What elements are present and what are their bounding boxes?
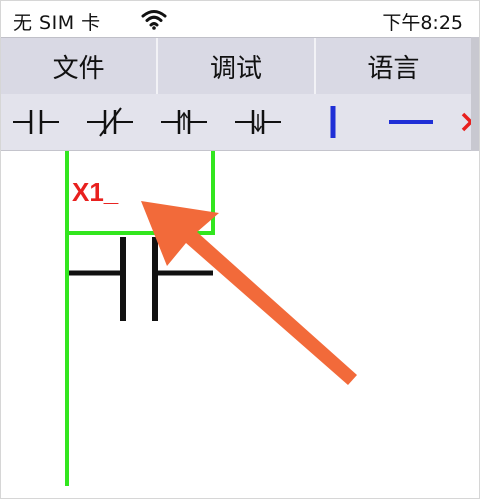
normally-closed-contact-icon[interactable] [81,94,141,150]
menu-debug[interactable]: 调试 [158,38,316,94]
menu-file[interactable]: 文件 [1,38,159,94]
carrier-label: 无 SIM 卡 [13,12,101,34]
element-label: X1_ [72,177,119,207]
vertical-line-icon[interactable] [303,94,363,150]
horizontal-line-icon[interactable] [381,94,441,150]
clock: 下午8:25 [382,12,463,34]
scroll-edge [471,37,479,151]
rising-edge-contact-icon[interactable] [155,94,215,150]
status-bar: 无 SIM 卡 下午8:25 [1,1,479,37]
ladder-toolbar [1,94,471,151]
ladder-canvas[interactable]: X1_ [1,151,479,498]
menu-language[interactable]: 语言 [316,38,471,94]
wifi-icon [141,10,167,30]
pointer-arrow [141,201,357,385]
normally-open-contact-icon[interactable] [7,94,67,150]
normally-open-contact[interactable] [69,237,213,321]
app-window: 无 SIM 卡 下午8:25 文件 调试 语言 X1_ [0,0,480,499]
delete-icon[interactable] [453,94,471,150]
falling-edge-contact-icon[interactable] [229,94,289,150]
menu-bar: 文件 调试 语言 [1,37,471,95]
